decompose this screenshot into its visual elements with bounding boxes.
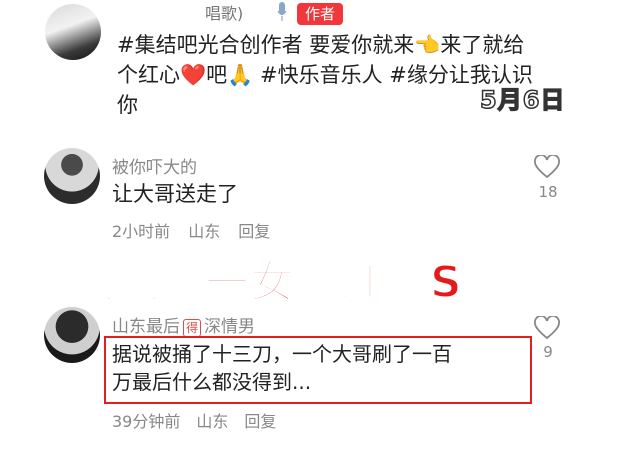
comment-line: 据说被捅了十三刀，一个大哥刷了一百 [112, 342, 452, 366]
headline-overlay: 凤凰岭一女网红被S害 [69, 256, 508, 309]
comment-meta: 2小时前 山东 回复 [112, 218, 288, 242]
reply-button[interactable]: 回复 [238, 222, 270, 241]
comment-line: 万最后什么都没得到... [112, 370, 312, 394]
author-badge: 作者 [297, 3, 344, 25]
comment-text: 据说被捅了十三刀，一个大哥刷了一百 万最后什么都没得到... [112, 340, 522, 396]
avatar[interactable] [45, 4, 101, 60]
reply-button[interactable]: 回复 [244, 412, 276, 431]
microphone-icon [277, 2, 287, 21]
comment-line: #集结吧光合创作者 要爱你就来👈来了就给 [117, 33, 525, 57]
username[interactable]: 被你吓大的 [112, 153, 197, 178]
avatar[interactable] [44, 307, 100, 363]
comment-location: 山东 [196, 412, 229, 431]
comment-location: 山东 [188, 222, 221, 241]
comment-meta: 39分钟前 山东 回复 [112, 408, 292, 432]
date-watermark: 5月6日 [479, 85, 566, 115]
award-badge: 得 [183, 319, 202, 337]
comment-fragment: 个红心 [117, 63, 180, 87]
avatar[interactable] [44, 148, 100, 204]
heart-emoji-icon: ❤️ [180, 63, 207, 87]
heart-like-icon[interactable] [534, 316, 560, 340]
username-suffix: 深情男 [204, 317, 256, 337]
username-text: 山东最后 [112, 317, 180, 337]
username[interactable]: 唱歌) [205, 0, 243, 24]
comment-text: 让大哥送走了 [112, 182, 238, 206]
username[interactable]: 山东最后得深情男 [112, 312, 255, 337]
like-count: 18 [538, 183, 558, 201]
comment-time: 2小时前 [112, 222, 171, 241]
comment-time: 39分钟前 [112, 412, 181, 431]
like-count: 9 [543, 343, 553, 361]
heart-like-icon[interactable] [534, 155, 560, 179]
